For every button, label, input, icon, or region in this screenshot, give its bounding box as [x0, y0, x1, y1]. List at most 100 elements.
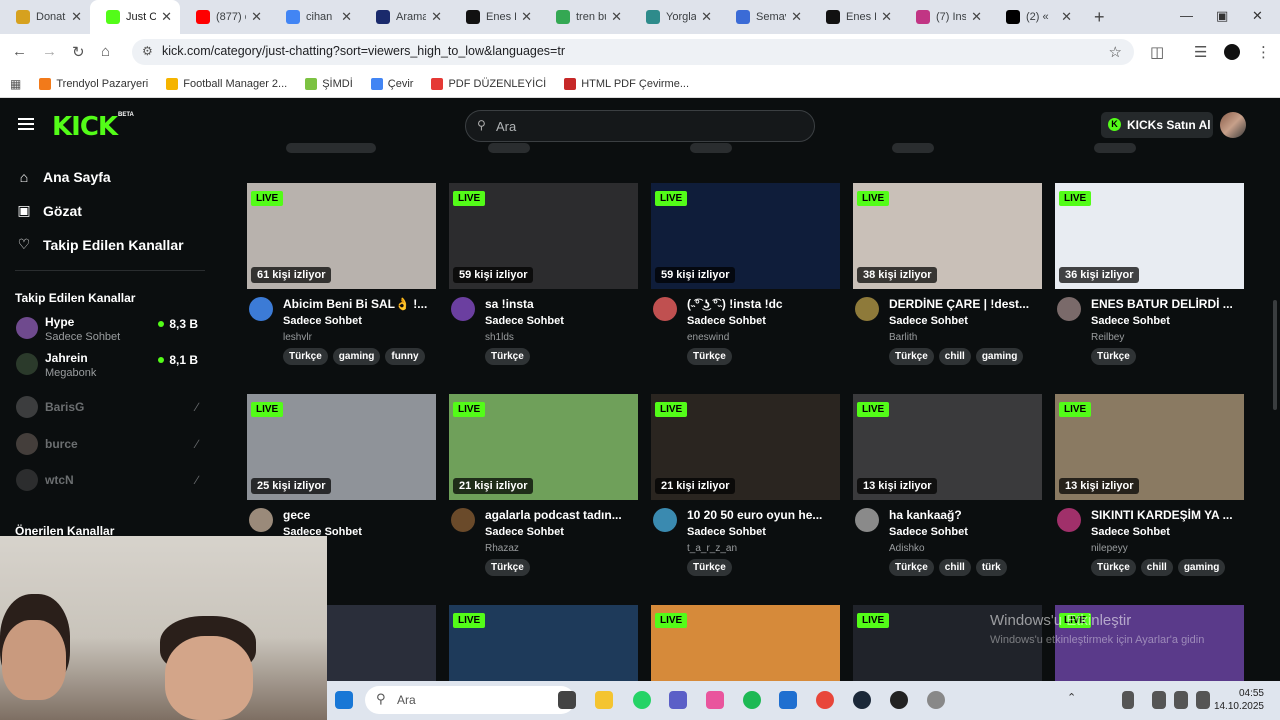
close-tab-icon[interactable]: ✕ [71, 9, 82, 25]
new-tab-button[interactable]: + [1094, 7, 1105, 28]
streamer-avatar[interactable] [1057, 508, 1081, 532]
page-scrollbar[interactable] [1273, 300, 1277, 410]
stream-tag[interactable]: gaming [332, 348, 381, 365]
stream-category[interactable]: Sadece Sohbet [687, 315, 766, 327]
followed-channel[interactable]: Hype Sadece Sohbet 8,3 B [16, 313, 206, 349]
menu-icon[interactable]: ⋮ [1256, 43, 1271, 61]
stream-tag[interactable]: Türkçe [687, 348, 732, 365]
stream-thumbnail[interactable]: LIVE 13 kişi izliyor [1055, 394, 1244, 500]
stream-tag[interactable]: Türkçe [889, 348, 934, 365]
streamer-avatar[interactable] [451, 297, 475, 321]
stream-card[interactable]: LIVE 21 kişi izliyor 10 20 50 euro oyun he… [651, 394, 840, 576]
stream-title[interactable]: ha kankaağ? [889, 508, 1039, 522]
browser-tab[interactable]: (2) « ✕ [990, 0, 1080, 34]
minimize-icon[interactable]: — [1180, 8, 1193, 23]
stream-tag[interactable]: gaming [975, 348, 1024, 365]
streamer-avatar[interactable] [653, 508, 677, 532]
battery-icon[interactable] [1196, 691, 1210, 709]
close-tab-icon[interactable]: ✕ [521, 9, 532, 25]
task-view-icon[interactable] [558, 691, 576, 709]
followed-channel[interactable]: wtcN ∕ [16, 465, 206, 501]
stream-title[interactable]: gece [283, 508, 433, 522]
close-tab-icon[interactable]: ✕ [341, 9, 352, 25]
stream-category[interactable]: Sadece Sohbet [1091, 315, 1170, 327]
stream-tag[interactable]: Türkçe [1091, 348, 1136, 365]
browser-tab[interactable]: Semav ✕ [720, 0, 810, 34]
site-info-icon[interactable]: ⚙ [142, 44, 153, 58]
stream-category[interactable]: Sadece Sohbet [687, 526, 766, 538]
stream-tag[interactable]: Türkçe [283, 348, 328, 365]
stream-title[interactable]: 10 20 50 euro oyun he... [687, 508, 837, 522]
stream-tag[interactable]: Türkçe [687, 559, 732, 576]
media-icon[interactable]: ☰ [1194, 43, 1207, 61]
close-window-icon[interactable]: ✕ [1252, 8, 1263, 24]
store-icon[interactable] [779, 691, 797, 709]
streamer-name[interactable]: Rhazaz [485, 543, 519, 554]
back-icon[interactable]: ← [12, 43, 27, 60]
bookmark-item[interactable]: PDF DÜZENLEYİCİ [431, 77, 546, 90]
bookmark-item[interactable]: Trendyol Pazaryeri [39, 77, 148, 90]
file-explorer-icon[interactable] [595, 691, 613, 709]
stream-thumbnail[interactable]: LIVE 21 kişi izliyor [651, 394, 840, 500]
browser-tab[interactable]: (7) Inst ✕ [900, 0, 990, 34]
stream-card[interactable]: LIVE 61 kişi izliyor Abicim Beni Bi SAL👌 !… [247, 183, 436, 365]
stream-thumbnail[interactable]: LIVE 21 kişi izliyor [449, 394, 638, 500]
taskbar-search[interactable]: ⚲ Ara [365, 686, 575, 714]
streamer-name[interactable]: leshvlr [283, 332, 312, 343]
browser-tab[interactable]: Just Ch ✕ [90, 0, 180, 34]
stream-title[interactable]: sa !insta [485, 297, 635, 311]
volume-icon[interactable] [1174, 691, 1188, 709]
stream-category[interactable]: Sadece Sohbet [485, 526, 564, 538]
whatsapp-icon[interactable] [633, 691, 651, 709]
hamburger-menu-icon[interactable] [18, 118, 34, 130]
browser-tab[interactable]: Yorgla ✕ [630, 0, 720, 34]
stream-category[interactable]: Sadece Sohbet [889, 315, 968, 327]
home-icon[interactable]: ⌂ [101, 43, 110, 60]
streamer-name[interactable]: Adishko [889, 543, 925, 554]
stream-tag[interactable]: chill [938, 348, 971, 365]
kick-logo[interactable]: KICK [52, 112, 118, 142]
followed-channel[interactable]: burce ∕ [16, 429, 206, 465]
network-icon[interactable] [1152, 691, 1166, 709]
teams-icon[interactable] [669, 691, 687, 709]
stream-card[interactable]: LIVE 36 kişi izliyor ENES BATUR DELİRDİ ..… [1055, 183, 1244, 365]
stream-thumbnail[interactable]: LIVE 59 kişi izliyor [651, 183, 840, 289]
address-bar[interactable]: ⚙ kick.com/category/just-chatting?sort=v… [132, 39, 1134, 65]
buy-kicks-button[interactable]: K KICKs Satın Al [1101, 112, 1213, 138]
close-tab-icon[interactable]: ✕ [971, 9, 982, 25]
stream-tag[interactable]: chill [1140, 559, 1173, 576]
stream-category[interactable]: Sadece Sohbet [889, 526, 968, 538]
stream-thumbnail[interactable]: LIVE 25 kişi izliyor [247, 394, 436, 500]
stream-title[interactable]: Abicim Beni Bi SAL👌 !... [283, 297, 433, 311]
close-tab-icon[interactable]: ✕ [1061, 9, 1072, 25]
sidebar-item-following[interactable]: ♡ Takip Edilen Kanallar [16, 236, 184, 253]
streamer-avatar[interactable] [855, 508, 879, 532]
stream-card[interactable]: LIVE 13 kişi izliyor ha kankaağ? Sadece Soh… [853, 394, 1042, 576]
stream-category[interactable]: Sadece Sohbet [283, 315, 362, 327]
stream-thumbnail[interactable]: LIVE 13 kişi izliyor [853, 394, 1042, 500]
reload-icon[interactable]: ↻ [72, 43, 85, 61]
stream-thumbnail[interactable]: LIVE 61 kişi izliyor [247, 183, 436, 289]
stream-card[interactable]: LIVE 21 kişi izliyor agalarla podcast tadı… [449, 394, 638, 576]
followed-channel[interactable]: BarisG ∕ [16, 392, 206, 428]
stream-tag[interactable]: Türkçe [485, 348, 530, 365]
followed-channel[interactable]: Jahrein Megabonk 8,1 B [16, 349, 206, 385]
steam-icon[interactable] [853, 691, 871, 709]
stream-title[interactable]: SIKINTI KARDEŞİM YA ... [1091, 508, 1241, 522]
stream-card[interactable]: LIVE 59 kişi izliyor (˵͡° ͜ʖ ͡°˵) !insta !… [651, 183, 840, 365]
browser-tab[interactable]: tren bu ✕ [540, 0, 630, 34]
start-icon[interactable] [335, 691, 353, 709]
browser-tab[interactable]: cihan ✕ [270, 0, 360, 34]
maximize-icon[interactable]: ▣ [1216, 8, 1228, 24]
stream-thumbnail[interactable]: LIVE 59 kişi izliyor [449, 183, 638, 289]
stream-thumbnail[interactable]: LIVE 36 kişi izliyor [1055, 183, 1244, 289]
streamer-avatar[interactable] [249, 297, 273, 321]
stream-tag[interactable]: chill [938, 559, 971, 576]
sidebar-item-browse[interactable]: ▣ Gözat [16, 202, 82, 219]
stream-tag[interactable]: funny [385, 348, 425, 365]
streamer-name[interactable]: nilepeyy [1091, 543, 1128, 554]
stream-tag[interactable]: gaming [1177, 559, 1226, 576]
browser-tab[interactable]: Arama ✕ [360, 0, 450, 34]
stream-title[interactable]: ENES BATUR DELİRDİ ... [1091, 297, 1241, 311]
close-tab-icon[interactable]: ✕ [791, 9, 802, 25]
